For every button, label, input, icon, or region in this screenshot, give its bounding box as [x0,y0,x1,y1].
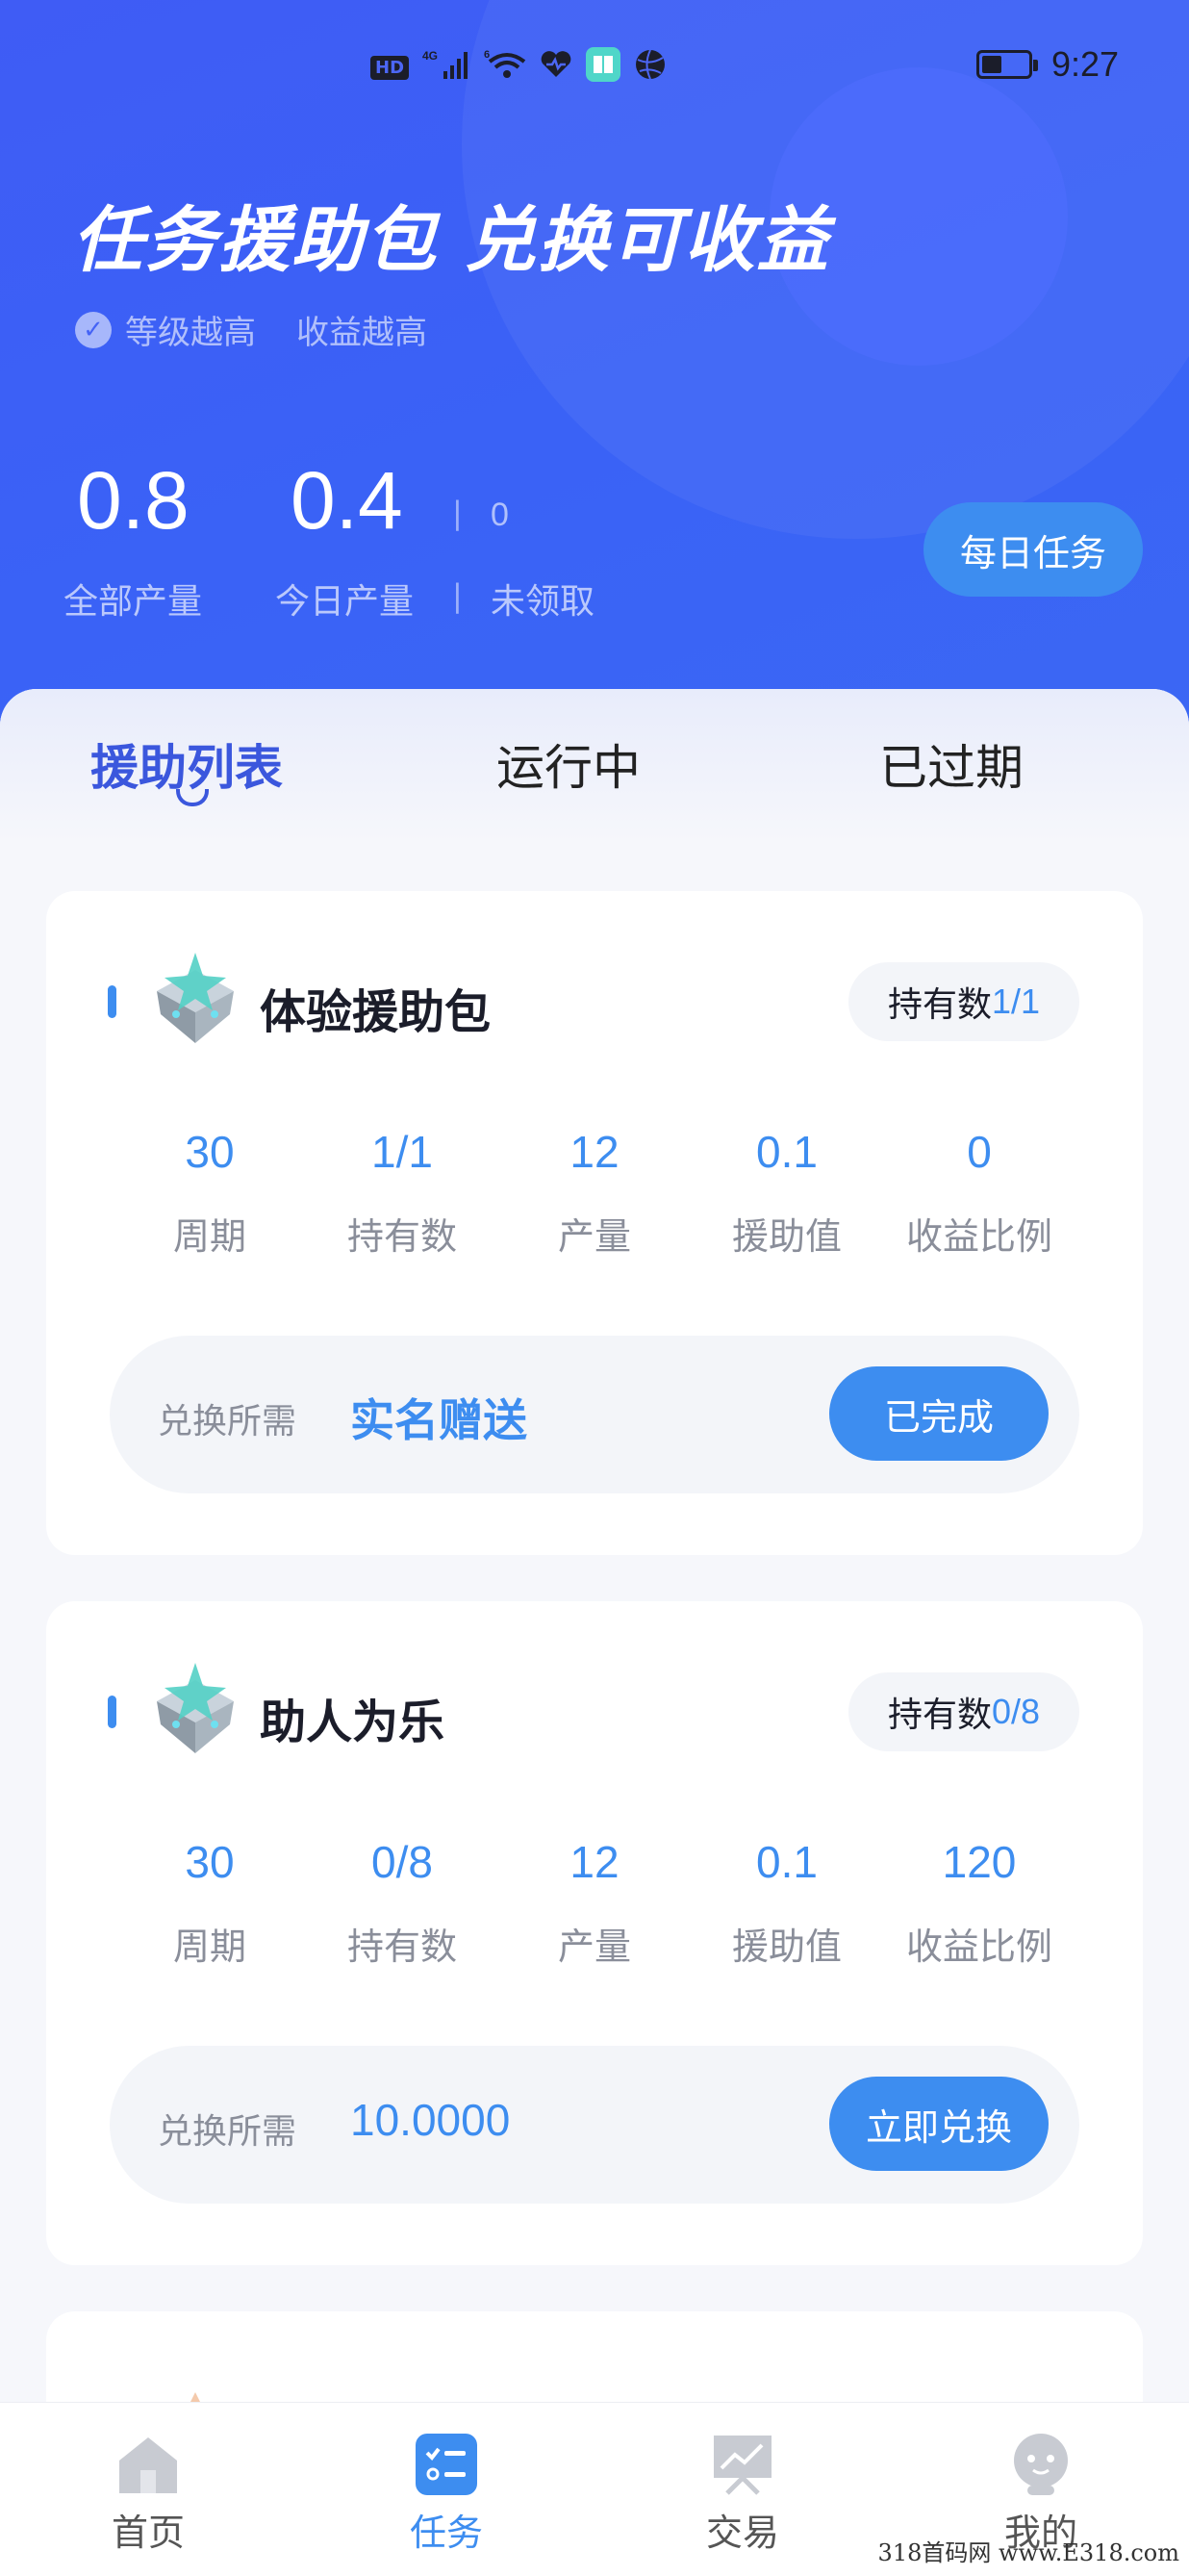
metric-value: 12 [569,1127,620,1177]
status-time: 9:27 [1051,44,1120,84]
redeem-bar: 兑换所需 实名赠送 已完成 [110,1336,1079,1493]
metric-yield-ratio: 0 收益比例 [883,1126,1075,1260]
status-icons: HD 4G 6 [370,38,667,96]
today-output-label: 今日产量 [275,582,415,622]
hold-count-label: 持有数 [887,1696,992,1735]
battery-icon [976,50,1038,79]
gem-icon [147,1661,243,1757]
redeem-label: 兑换所需 [158,1402,297,1441]
aid-package-card: 助人为乐 持有数 0/8 30 周期 0/8 持有数 12 产量 0.1 援助值 120 收… [46,1601,1143,2265]
card-accent-bar [108,985,116,1018]
wifi-6-label: 6 [484,49,490,61]
nav-home-label: 首页 [111,2512,185,2554]
nav-trade-label: 交易 [705,2512,779,2554]
metric-hold-count: 1/1 持有数 [306,1126,498,1260]
book-app-icon [586,46,621,89]
metric-hold-count: 0/8 持有数 [306,1836,498,1970]
unclaimed-label: 未领取 [491,582,595,622]
metric-value: 0 [967,1127,992,1177]
status-bar: HD 4G 6 9:27 [0,38,1189,96]
gem-icon [147,951,243,1047]
signal-4g-label: 4G [422,49,438,63]
hold-count-pill: 持有数 1/1 [848,962,1079,1041]
metric-label: 援助值 [731,1215,842,1258]
watermark: 318首码网 www.E318.com [877,2539,1179,2566]
stat-separator: | [452,495,463,531]
daily-task-button[interactable]: 每日任务 [923,502,1143,597]
metric-value: 120 [942,1837,1017,1887]
card-title: 体验援助包 [260,985,492,1039]
hold-count-value: 1/1 [991,982,1041,1021]
tab-active-indicator [176,789,209,806]
page-title: 任务援助包 兑换可收益 [72,199,830,282]
signal-icon: 4G [422,48,470,88]
unclaimed-value: 0 [491,497,509,533]
tab-running[interactable]: 运行中 [496,729,641,799]
metric-cycle: 30 周期 [114,1836,306,1970]
metric-label: 持有数 [346,1926,457,1968]
hold-count-value: 0/8 [991,1692,1041,1731]
metric-label: 持有数 [346,1215,457,1258]
metric-value: 30 [185,1837,235,1887]
hold-count-pill: 持有数 0/8 [848,1672,1079,1751]
subtitle-left: 等级越高 [125,314,256,352]
tab-bar: 援助列表 运行中 已过期 [0,689,1189,843]
metric-yield-ratio: 120 收益比例 [883,1836,1075,1970]
metric-cycle: 30 周期 [114,1126,306,1260]
nav-task[interactable]: 任务 [369,2432,523,2556]
redeem-now-button[interactable]: 立即兑换 [829,2077,1049,2171]
metric-label: 产量 [557,1926,631,1968]
card-metrics: 30 周期 1/1 持有数 12 产量 0.1 援助值 0 收益比例 [114,1126,1075,1260]
wifi-icon: 6 [484,48,526,88]
subtitle-right: 收益越高 [296,314,427,352]
metric-output: 12 产量 [498,1836,691,1970]
metric-value: 12 [569,1837,620,1887]
hold-count-label: 持有数 [887,985,992,1025]
card-accent-bar [108,1696,116,1728]
metric-value: 1/1 [371,1127,433,1177]
nav-task-label: 任务 [409,2512,483,2554]
total-output-label: 全部产量 [63,582,203,622]
metric-label: 产量 [557,1215,631,1258]
metric-value: 0.1 [756,1837,818,1887]
globe-icon [634,48,667,88]
total-output-value: 0.8 [77,455,190,546]
home-icon [114,2432,183,2497]
stat-separator: | [452,577,463,614]
metric-label: 周期 [172,1215,246,1258]
card-metrics: 30 周期 0/8 持有数 12 产量 0.1 援助值 120 收益比例 [114,1836,1075,1970]
completed-button[interactable]: 已完成 [829,1366,1049,1461]
trade-icon [708,2432,777,2497]
nav-home[interactable]: 首页 [71,2432,225,2556]
redeem-label: 兑换所需 [158,2112,297,2152]
header-banner: HD 4G 6 9:27 任务援助包 兑换可收益 ✓ 等级越高 收益越高 0.8 [0,0,1189,731]
hero-subtitle: ✓ 等级越高 收益越高 [75,306,427,353]
metric-label: 周期 [172,1926,246,1968]
aid-package-card: 体验援助包 持有数 1/1 30 周期 1/1 持有数 12 产量 0.1 援助值 0 收益… [46,891,1143,1555]
heart-icon [540,50,572,86]
redeem-bar: 兑换所需 10.0000 立即兑换 [110,2046,1079,2204]
nav-trade[interactable]: 交易 [666,2432,820,2556]
check-icon: ✓ [75,311,112,348]
today-output-value: 0.4 [291,455,403,546]
metric-label: 收益比例 [905,1215,1052,1258]
redeem-value: 10.0000 [350,2095,511,2145]
task-icon [412,2432,481,2497]
metric-value: 0.1 [756,1127,818,1177]
metric-output: 12 产量 [498,1126,691,1260]
metric-value: 0/8 [371,1837,433,1887]
metric-aid-value: 0.1 援助值 [691,1836,883,1970]
metric-value: 30 [185,1127,235,1177]
metric-label: 援助值 [731,1926,842,1968]
metric-label: 收益比例 [905,1926,1052,1968]
redeem-value: 实名赠送 [350,1394,527,1446]
metric-aid-value: 0.1 援助值 [691,1126,883,1260]
hd-icon: HD [370,55,410,80]
tab-expired[interactable]: 已过期 [879,729,1024,799]
card-title: 助人为乐 [260,1696,445,1749]
profile-icon [1006,2432,1075,2497]
